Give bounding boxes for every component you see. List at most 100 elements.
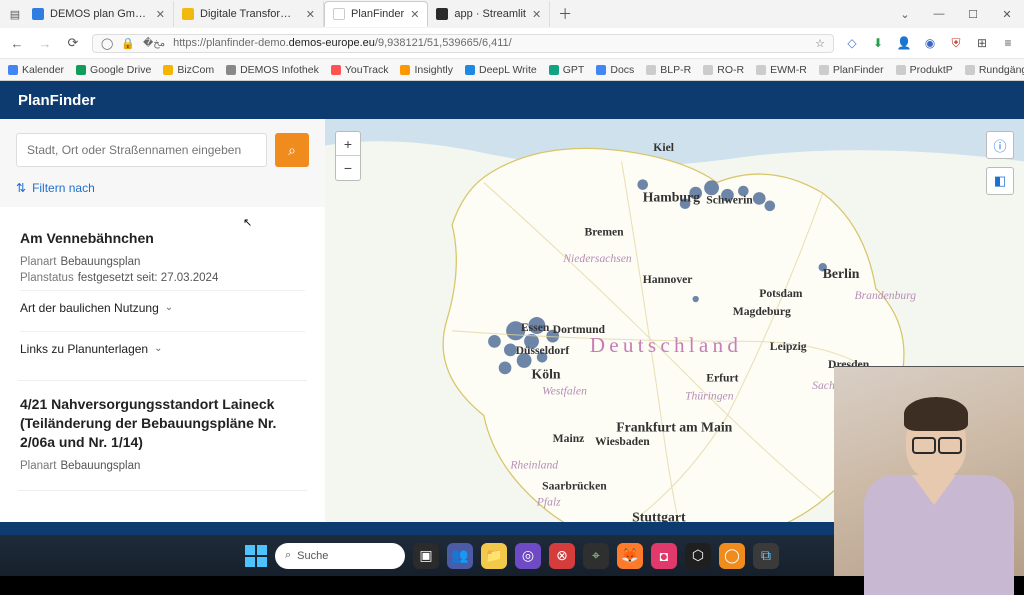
result-title: Am Vennebähnchen [20,229,305,248]
bookmark-item[interactable]: Kalender [8,64,64,76]
browser-tab[interactable]: Digitale Transformation im St ✕ [174,1,324,27]
chevron-down-icon[interactable]: ⌄ [888,8,922,21]
svg-text:Bremen: Bremen [584,225,624,238]
bookmark-item[interactable]: Docs [596,64,634,76]
browser-tab[interactable]: DEMOS plan GmbH – Kalend ✕ [24,1,174,27]
bookmark-item[interactable]: RO-R [703,64,744,76]
taskbar-app-icon[interactable]: ⊗ [549,543,575,569]
svg-text:Dortmund: Dortmund [553,323,606,336]
chevron-down-icon: ⌄ [165,302,173,313]
result-card[interactable]: Am Vennebähnchen PlanartBebauungsplan Pl… [18,215,307,381]
zoom-control: + − [335,131,361,181]
svg-text:Hannover: Hannover [643,273,693,286]
result-title: 4/21 Nahversorgungsstandort Laineck (Tei… [20,395,305,452]
close-icon[interactable]: ✕ [306,8,315,21]
extensions-icon[interactable]: ⊞ [974,36,990,51]
svg-text:Deutschland: Deutschland [590,333,742,357]
svg-text:Brandenburg: Brandenburg [855,289,917,302]
browser-chrome: ▤ DEMOS plan GmbH – Kalend ✕ Digitale Tr… [0,0,1024,81]
svg-text:Potsdam: Potsdam [759,287,803,300]
bookmark-item[interactable]: GPT [549,64,585,76]
close-window-button[interactable]: ✕ [990,8,1024,21]
location-search-input[interactable] [16,133,267,167]
bookmark-item[interactable]: EWM-R [756,64,807,76]
bookmark-item[interactable]: PlanFinder [819,64,884,76]
result-card[interactable]: 4/21 Nahversorgungsstandort Laineck (Tei… [18,381,307,491]
bookmark-item[interactable]: BLP-R [646,64,691,76]
start-button[interactable] [245,545,267,567]
expander-nutzung[interactable]: Art der baulichen Nutzung⌄ [20,290,305,325]
taskbar-app-icon[interactable]: ◎ [515,543,541,569]
search-icon: ⌕ [288,142,296,159]
svg-text:Schwerin: Schwerin [706,194,753,207]
taskbar-app-icon[interactable]: 🦊 [617,543,643,569]
expander-links[interactable]: Links zu Planunterlagen⌄ [20,331,305,366]
bookmark-item[interactable]: Google Drive [76,64,151,76]
taskbar-app-icon[interactable]: ⌖ [583,543,609,569]
browser-tab-active[interactable]: PlanFinder ✕ [324,1,428,27]
adblock-icon[interactable]: ⛨ [948,36,964,51]
back-button[interactable]: ← [8,36,26,51]
search-button[interactable]: ⌕ [275,133,309,167]
sliders-icon: ⇅ [16,181,26,195]
taskbar-app-icon[interactable]: ◘ [651,543,677,569]
zoom-out-button[interactable]: − [336,156,360,180]
results-sidebar: ⌕ ⇅ Filtern nach Am Vennebähnchen Planar… [0,119,325,522]
taskbar-search[interactable]: ⌕Suche [275,543,405,569]
taskbar-app-icon[interactable]: ⧉ [753,543,779,569]
svg-text:Pfalz: Pfalz [536,496,561,509]
new-tab-button[interactable]: ＋ [550,4,580,24]
bookmark-item[interactable]: YouTrack [331,64,389,76]
address-row: ← → ⟳ ◯ 🔒 �مخ https://planfinder-demo.de… [0,28,1024,58]
taskbar-app-icon[interactable]: ▣ [413,543,439,569]
close-icon[interactable]: ✕ [410,8,419,21]
svg-text:Erfurt: Erfurt [706,372,738,385]
taskbar-app-icon[interactable]: 📁 [481,543,507,569]
close-icon[interactable]: ✕ [532,8,541,21]
bookmark-item[interactable]: Insightly [400,64,453,76]
bookmark-star-icon[interactable]: ☆ [815,37,825,50]
svg-text:Mainz: Mainz [553,432,585,445]
svg-text:Wiesbaden: Wiesbaden [595,435,650,448]
permissions-icon: �مخ [143,38,165,49]
bookmark-item[interactable]: ProduktP [896,64,953,76]
url-bar[interactable]: ◯ 🔒 �مخ https://planfinder-demo.demos-eu… [92,34,834,53]
layers-icon: ◧ [994,173,1006,189]
maximize-button[interactable]: ☐ [956,8,990,21]
svg-text:Köln: Köln [532,366,561,381]
account-icon[interactable]: 👤 [896,36,912,51]
taskbar-app-icon[interactable]: 👥 [447,543,473,569]
info-button[interactable]: ⓘ [986,131,1014,159]
bookmark-item[interactable]: Rundgänge [965,64,1024,76]
extension-icon[interactable]: ◉ [922,36,938,51]
svg-text:Kiel: Kiel [653,141,674,154]
app-header: PlanFinder [0,81,1024,119]
layers-button[interactable]: ◧ [986,167,1014,195]
filter-link[interactable]: ⇅ Filtern nach [16,181,95,195]
svg-text:Thüringen: Thüringen [685,390,734,403]
app-title: PlanFinder [18,92,96,109]
menu-icon[interactable]: ≡ [1000,36,1016,51]
close-icon[interactable]: ✕ [156,8,165,21]
pocket-icon[interactable]: ◇ [844,36,860,51]
results-list[interactable]: Am Vennebähnchen PlanartBebauungsplan Pl… [0,207,325,522]
svg-text:Saarbrücken: Saarbrücken [542,480,607,493]
forward-button[interactable]: → [36,36,54,51]
recent-icon[interactable]: ▤ [6,8,24,21]
bookmark-item[interactable]: BizCom [163,64,214,76]
bookmark-item[interactable]: DeepL Write [465,64,537,76]
reload-button[interactable]: ⟳ [64,35,82,51]
download-icon[interactable]: ⬇ [870,36,886,51]
taskbar-app-icon[interactable]: ◯ [719,543,745,569]
svg-text:Düsseldorf: Düsseldorf [516,344,570,357]
zoom-in-button[interactable]: + [336,132,360,156]
svg-text:Westfalen: Westfalen [542,384,587,397]
browser-tab[interactable]: app · Streamlit ✕ [428,1,550,27]
svg-text:Leipzig: Leipzig [770,340,807,353]
info-icon: ⓘ [993,136,1006,155]
svg-text:Berlin: Berlin [823,266,860,281]
minimize-button[interactable]: — [922,8,956,21]
svg-text:Stuttgart: Stuttgart [632,509,686,522]
taskbar-app-icon[interactable]: ⬡ [685,543,711,569]
bookmark-item[interactable]: DEMOS Infothek [226,64,319,76]
